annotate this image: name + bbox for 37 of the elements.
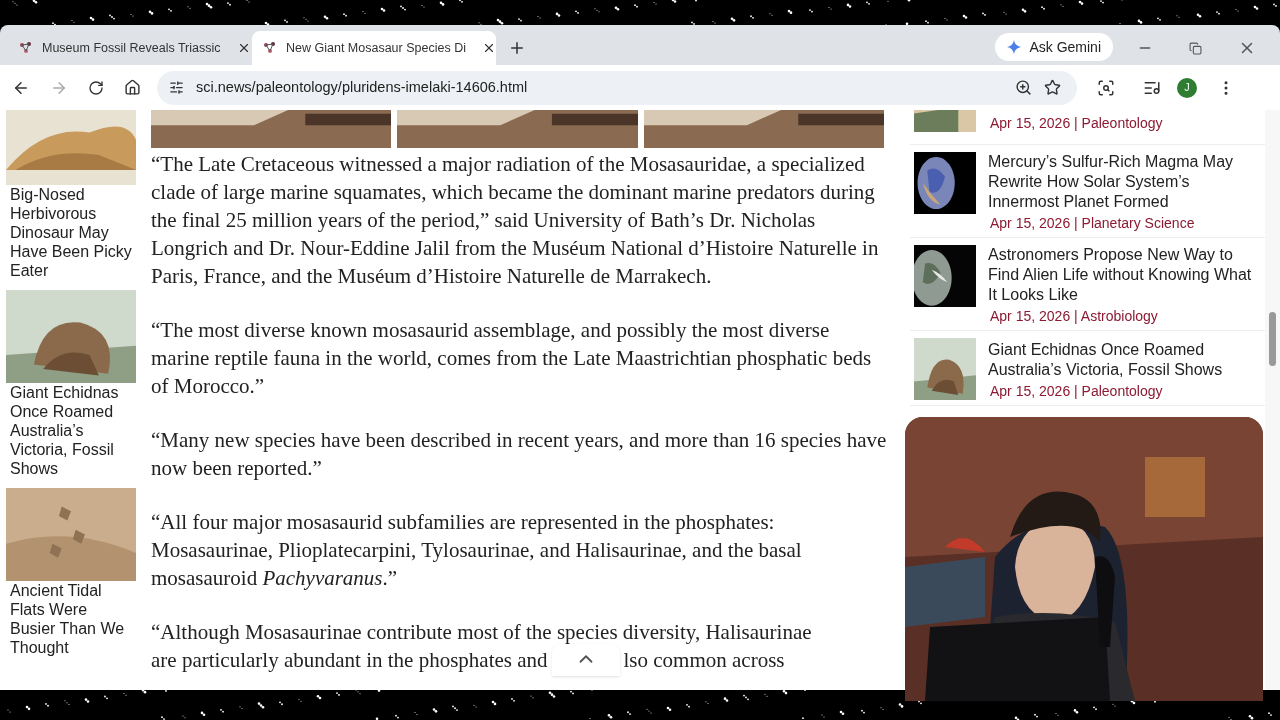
ask-gemini-button[interactable]: Ask Gemini bbox=[995, 33, 1113, 61]
sidebar-article-title[interactable]: Mercury’s Sulfur-Rich Magma May Rewrite How Solar System’s Innermost Planet Formed bbox=[988, 152, 1258, 212]
article-text-line: are particularly abundant in the phosphates and bbox=[151, 647, 548, 674]
site-favicon-icon bbox=[262, 40, 278, 56]
related-article-link[interactable]: Ancient Tidal Flats Were Busier Than We Thought bbox=[6, 581, 136, 657]
article-paragraph: “The Late Cretaceous witnessed a major radiation of the Mosasauridae, a specialized clade of large marine squamates, which became the dominant marine predators during the final 25 million years of the period,” said University of Bath’s Dr. Nicholas Longrich and Dr. Nour-Eddine Jalil from the Muséum National d’Histoire Naturelle in Paris, France, and the Muséum d’Histoire Naturelle de Marrakech. bbox=[151, 151, 880, 290]
article-meta: Apr 15, 2026 | Paleontology bbox=[989, 382, 1164, 400]
site-favicon-icon bbox=[18, 40, 34, 56]
article-meta: Apr 15, 2026 | Astrobiology bbox=[989, 307, 1159, 325]
scrollbar[interactable] bbox=[1265, 110, 1280, 690]
url-text: sci.news/paleontology/pluridens-imelaki-14606.html bbox=[196, 77, 529, 97]
article-meta: Apr 15, 2026 | Planetary Science bbox=[989, 214, 1196, 232]
tab-title: Museum Fossil Reveals Triassic bbox=[42, 39, 221, 57]
screen-search-icon[interactable] bbox=[1097, 78, 1115, 97]
browser-tab[interactable]: Museum Fossil Reveals Triassic bbox=[8, 31, 252, 65]
home-icon[interactable] bbox=[124, 79, 141, 96]
sidebar-article-title[interactable]: Astronomers Propose New Way to Find Alien Life without Knowing What It Looks Like bbox=[988, 245, 1258, 305]
restore-icon[interactable] bbox=[1189, 41, 1202, 55]
bookmark-star-icon[interactable] bbox=[1044, 79, 1061, 96]
browser-tab[interactable]: New Giant Mosasaur Species Di bbox=[252, 31, 496, 65]
site-settings-icon[interactable] bbox=[169, 80, 184, 95]
article-meta: Apr 15, 2026 | Paleontology bbox=[989, 114, 1164, 132]
related-article-link[interactable]: Big-Nosed Herbivorous Dinosaur May Have Been Picky Eater bbox=[6, 185, 136, 280]
tab-title: New Giant Mosasaur Species Di bbox=[286, 39, 466, 57]
sidebar-article-title[interactable]: Giant Echidnas Once Roamed Australia’s Victoria, Fossil Shows bbox=[988, 340, 1258, 380]
article-paragraph: “Many new species have been described in recent years, and more than 16 species have now been reported.” bbox=[151, 427, 888, 482]
new-tab-icon[interactable] bbox=[508, 39, 526, 57]
article-paragraph: “All four major mosasaurid subfamilies are represented in the phosphates: Mosasaurinae, Plioplatecarpini, Tylosaurinae, and Halisaurinae, and the basal mosasauroid Pachyvaranus.” bbox=[151, 509, 803, 592]
sparkle-icon bbox=[1007, 40, 1022, 54]
article-paragraph: “The most diverse known mosasaurid assemblage, and possibly the most diverse marine reptile fauna in the world, comes from the Late Maastrichtian phosphatic beds of Morocco.” bbox=[151, 317, 873, 400]
reload-icon[interactable] bbox=[88, 79, 104, 96]
address-bar[interactable]: sci.news/paleontology/pluridens-imelaki-14606.html bbox=[157, 70, 1077, 105]
article-text-line: “Although Mosasaurinae contribute most of the species diversity, Halisaurinae bbox=[151, 619, 813, 646]
zoom-icon[interactable] bbox=[1015, 79, 1032, 96]
profile-avatar[interactable]: J bbox=[1177, 77, 1197, 98]
article-text-line: lso common across bbox=[623, 647, 785, 674]
related-article-link[interactable]: Giant Echidnas Once Roamed Australia’s Victoria, Fossil Shows bbox=[6, 383, 136, 478]
